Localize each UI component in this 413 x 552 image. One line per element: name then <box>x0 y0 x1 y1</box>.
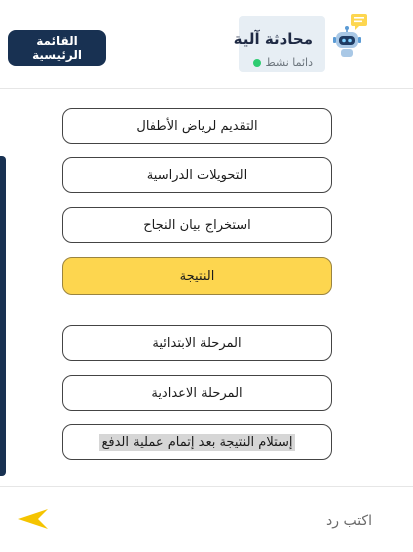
bot-name: محادثة آلية <box>233 30 313 48</box>
option-label: إستلام النتيجة بعد إتمام عملية الدفع <box>99 433 295 451</box>
option-label: التحويلات الدراسية <box>146 167 248 183</box>
option-label: النتيجة <box>179 268 215 284</box>
header-divider <box>0 88 413 103</box>
home-menu-button[interactable]: القائمة الرئيسية <box>8 30 106 66</box>
online-dot-icon <box>253 58 262 67</box>
send-arrow-icon[interactable] <box>16 507 50 531</box>
chat-header: محادثة آلية دائما نشط القائمة الرئيسية <box>0 0 413 92</box>
option-label: المرحلة الاعدادية <box>151 385 243 401</box>
option-label: المرحلة الابتدائية <box>152 335 242 351</box>
bot-status: دائما نشط <box>253 56 313 69</box>
status-text: دائما نشط <box>265 56 313 69</box>
option-transfers[interactable]: التحويلات الدراسية <box>62 157 332 193</box>
option-result[interactable]: النتيجة <box>62 257 332 295</box>
option-receive-result-after-payment[interactable]: إستلام النتيجة بعد إتمام عملية الدفع <box>62 424 332 460</box>
option-preparatory-stage[interactable]: المرحلة الاعدادية <box>62 375 332 411</box>
robot-avatar-icon <box>333 14 367 57</box>
side-scroll-rail[interactable] <box>0 156 6 476</box>
option-success-statement[interactable]: استخراج بيان النجاح <box>62 207 332 243</box>
option-label: التقديم لرياض الأطفال <box>136 118 258 134</box>
option-kindergarten[interactable]: التقديم لرياض الأطفال <box>62 108 332 144</box>
option-primary-stage[interactable]: المرحلة الابتدائية <box>62 325 332 361</box>
reply-input[interactable] <box>60 505 374 537</box>
option-label: استخراج بيان النجاح <box>143 217 251 233</box>
chat-footer <box>0 486 413 552</box>
